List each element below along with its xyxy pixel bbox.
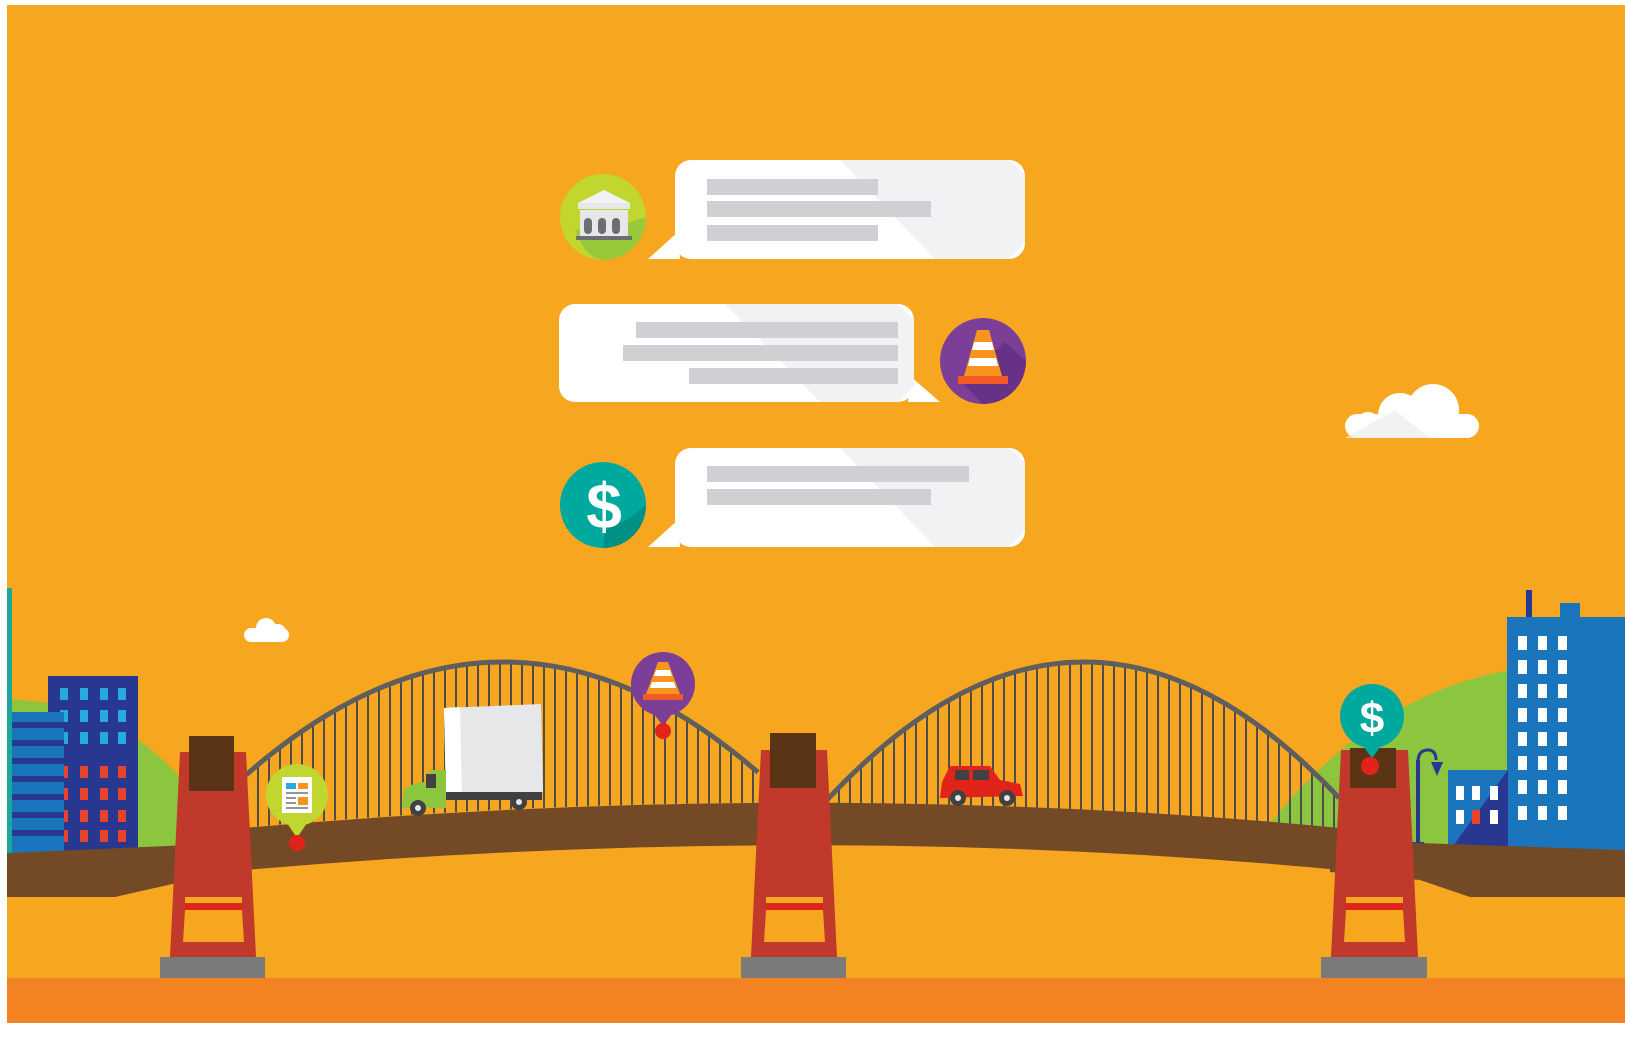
ground-strip [7,978,1625,1023]
message-bubble-3 [648,448,1025,547]
message-avatar-traffic-cone [940,318,1026,404]
message-avatar-dollar: $ [560,462,646,548]
dollar-icon: $ [1360,694,1384,743]
document-icon [282,777,312,813]
dollar-icon: $ [586,470,622,542]
message-bubble-2 [559,304,940,402]
city-bridge-illustration: $ $ [0,0,1625,1058]
message-avatar-bank [560,174,646,260]
message-bubble-1 [648,160,1025,259]
